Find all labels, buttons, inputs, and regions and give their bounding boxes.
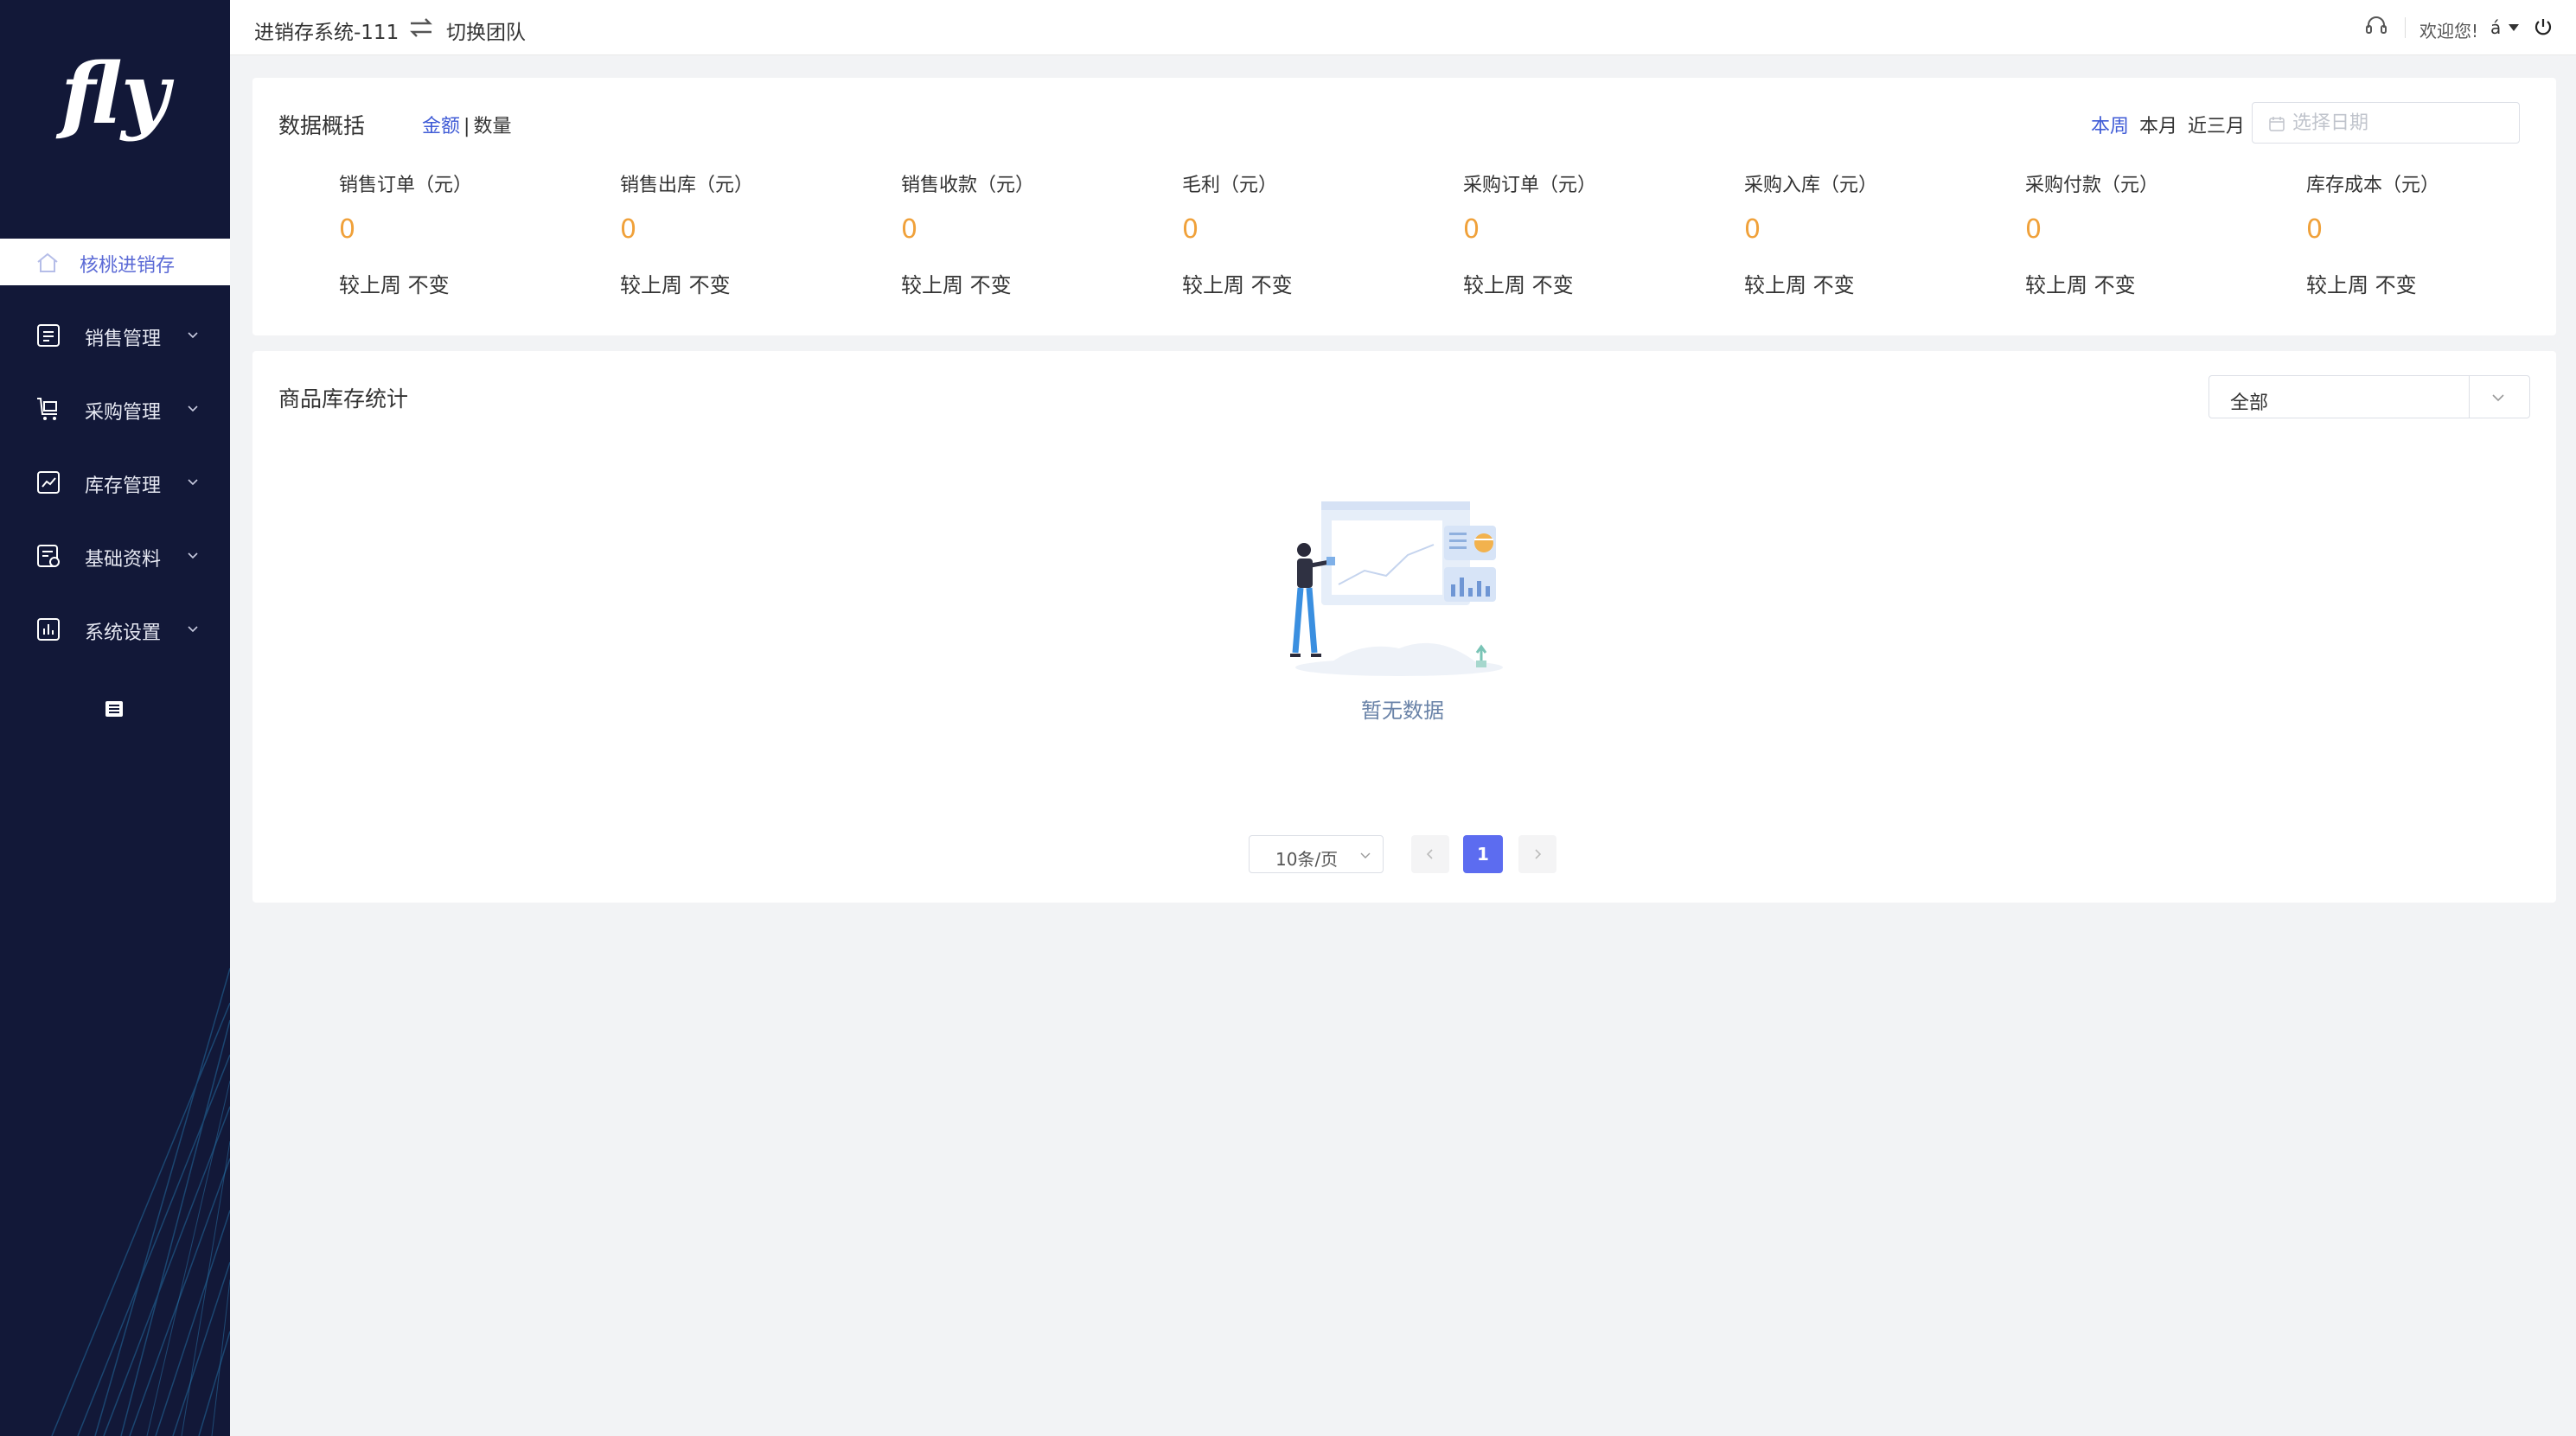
chevron-down-icon xyxy=(188,552,198,559)
metric-sales-order: 销售订单（元） 0 较上周 不变 xyxy=(339,169,616,316)
power-icon[interactable] xyxy=(2534,17,2553,36)
metric-compare: 较上周 不变 xyxy=(1463,273,1574,297)
sidebar-item-settings[interactable]: 系统设置 xyxy=(0,598,230,659)
metric-label: 销售订单（元） xyxy=(339,175,473,196)
metric-purchase-inbound: 采购入库（元） 0 较上周 不变 xyxy=(1744,169,2021,316)
home-icon xyxy=(37,252,58,272)
sidebar-item-label: 销售管理 xyxy=(85,329,162,350)
metric-label: 销售出库（元） xyxy=(620,175,754,196)
inventory-icon xyxy=(37,471,60,494)
metric-value: 0 xyxy=(1744,214,1761,245)
warehouse-filter-select[interactable]: 全部 xyxy=(2208,375,2530,418)
sidebar-item-sales[interactable]: 销售管理 xyxy=(0,304,230,365)
metric-value: 0 xyxy=(2025,214,2042,245)
sidebar: fly 核桃进销存 销售管理 采购管理 库存管理 基础资料 系统设置 xyxy=(0,0,230,1436)
fly-logo: fly xyxy=(55,45,175,143)
basic-data-icon xyxy=(37,545,60,567)
sidebar-item-home[interactable]: 核桃进销存 xyxy=(0,239,230,285)
metric-value: 0 xyxy=(1182,214,1199,245)
toggle-quantity[interactable]: 数量 xyxy=(473,116,511,137)
header-divider xyxy=(2405,17,2406,38)
sidebar-item-purchase[interactable]: 采购管理 xyxy=(0,378,230,438)
metric-gross-profit: 毛利（元） 0 较上周 不变 xyxy=(1182,169,1459,316)
sidebar-item-label: 系统设置 xyxy=(85,622,162,644)
chevron-down-icon xyxy=(188,405,198,412)
page-size-select[interactable]: 10条/页 xyxy=(1249,835,1384,873)
range-selector: 本周 本月 近三月 xyxy=(2091,111,2255,138)
metric-value: 0 xyxy=(620,214,637,245)
chevron-right-icon xyxy=(1535,849,1542,859)
settings-icon xyxy=(37,618,60,641)
chevron-down-icon xyxy=(1360,852,1371,858)
metric-label: 库存成本（元） xyxy=(2306,175,2440,196)
empty-state-illustration xyxy=(1290,501,1503,676)
metric-compare: 较上周 不变 xyxy=(2025,273,2136,297)
chevron-left-icon xyxy=(1426,849,1433,859)
metric-compare: 较上周 不变 xyxy=(2306,273,2417,297)
svg-text:fly: fly xyxy=(55,45,175,143)
range-this-month[interactable]: 本月 xyxy=(2139,116,2177,137)
page-size-value: 10条/页 xyxy=(1275,849,1339,870)
metric-sales-receipt: 销售收款（元） 0 较上周 不变 xyxy=(901,169,1178,316)
sidebar-item-label: 核桃进销存 xyxy=(80,255,176,277)
next-page-button[interactable] xyxy=(1518,835,1556,873)
metric-inventory-cost: 库存成本（元） 0 较上周 不变 xyxy=(2306,169,2576,316)
caret-down-icon[interactable] xyxy=(2508,22,2520,33)
calendar-icon xyxy=(2269,117,2285,131)
overview-card: 数据概括 金额|数量 本周本月近三月 销售订单（元） 0 较上周 不变 销售出库… xyxy=(252,78,2556,335)
user-name[interactable]: á xyxy=(2490,17,2501,38)
prev-page-button[interactable] xyxy=(1411,835,1449,873)
headset-icon[interactable] xyxy=(2364,14,2388,38)
metric-value: 0 xyxy=(339,214,356,245)
empty-state-text: 暂无数据 xyxy=(1361,699,1444,723)
metric-label: 销售收款（元） xyxy=(901,175,1035,196)
metric-label: 采购付款（元） xyxy=(2025,175,2159,196)
sidebar-item-label: 采购管理 xyxy=(85,402,162,424)
metric-purchase-payment: 采购付款（元） 0 较上周 不变 xyxy=(2025,169,2302,316)
sidebar-item-inventory[interactable]: 库存管理 xyxy=(0,451,230,512)
system-name: 进销存系统-111 xyxy=(254,22,400,44)
page-number-active[interactable]: 1 xyxy=(1463,835,1503,873)
welcome-text: 欢迎您! xyxy=(2419,21,2479,41)
amount-quantity-toggle: 金额 | 数量 xyxy=(422,111,511,138)
metric-sales-outbound: 销售出库（元） 0 较上周 不变 xyxy=(620,169,897,316)
sidebar-item-basic-data[interactable]: 基础资料 xyxy=(0,525,230,585)
collapse-menu-icon[interactable] xyxy=(104,699,125,719)
switch-team-link[interactable]: 切换团队 xyxy=(446,16,526,45)
metric-compare: 较上周 不变 xyxy=(339,273,450,297)
sidebar-item-label: 库存管理 xyxy=(85,475,162,497)
select-value: 全部 xyxy=(2230,393,2269,414)
chevron-down-icon xyxy=(188,626,198,633)
metric-label: 毛利（元） xyxy=(1182,175,1278,196)
range-this-week[interactable]: 本周 xyxy=(2091,116,2129,137)
metric-label: 采购订单（元） xyxy=(1463,175,1597,196)
chevron-down-icon xyxy=(188,479,198,486)
sales-icon xyxy=(37,324,60,347)
toggle-amount[interactable]: 金额 xyxy=(422,116,460,137)
overview-title: 数据概括 xyxy=(278,113,366,138)
toggle-separator: | xyxy=(463,116,470,137)
top-header: 进销存系统-111 切换团队 欢迎您! á xyxy=(230,0,2576,55)
range-last-three-months[interactable]: 近三月 xyxy=(2188,116,2245,137)
chevron-down-icon[interactable] xyxy=(2490,389,2507,406)
date-input[interactable] xyxy=(2292,112,2509,134)
metric-compare: 较上周 不变 xyxy=(901,273,1012,297)
purchase-icon xyxy=(37,398,57,420)
stock-stats-title: 商品库存统计 xyxy=(278,386,409,412)
select-divider xyxy=(2469,376,2470,418)
metric-purchase-order: 采购订单（元） 0 较上周 不变 xyxy=(1463,169,1740,316)
metric-value: 0 xyxy=(901,214,918,245)
chevron-down-icon xyxy=(188,332,198,339)
metric-compare: 较上周 不变 xyxy=(1744,273,1855,297)
metric-compare: 较上周 不变 xyxy=(1182,273,1293,297)
swap-icon[interactable] xyxy=(407,14,435,41)
metric-compare: 较上周 不变 xyxy=(620,273,731,297)
sidebar-item-label: 基础资料 xyxy=(85,549,162,571)
metric-label: 采购入库（元） xyxy=(1744,175,1878,196)
metric-value: 0 xyxy=(1463,214,1480,245)
metric-value: 0 xyxy=(2306,214,2324,245)
date-picker[interactable] xyxy=(2252,102,2520,144)
stock-stats-card: 商品库存统计 全部 暂无数据 10条/页 1 xyxy=(252,351,2556,903)
